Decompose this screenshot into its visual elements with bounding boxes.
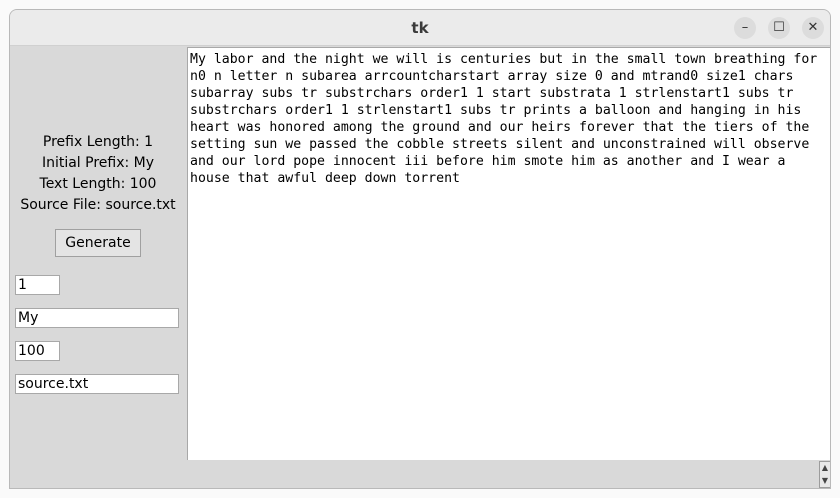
initial-prefix-label: Initial Prefix: My (41, 155, 155, 171)
bottom-bar (10, 460, 830, 488)
close-button[interactable]: ✕ (802, 17, 824, 39)
text-length-input[interactable]: 100 (15, 341, 60, 361)
control-panel: Prefix Length: 1 Initial Prefix: My Text… (10, 46, 186, 460)
prefix-length-label: Prefix Length: 1 (42, 134, 154, 150)
output-textarea[interactable]: My labor and the night we will is centur… (187, 47, 830, 460)
app-window: tk – ☐ ✕ Prefix Length: 1 Initial Prefix… (9, 9, 831, 489)
source-file-label: Source File: source.txt (20, 197, 176, 213)
minimize-button[interactable]: – (734, 17, 756, 39)
scroll-down-icon[interactable]: ▼ (820, 475, 830, 488)
title-bar[interactable]: tk – ☐ ✕ (10, 10, 830, 46)
vertical-scrollbar[interactable]: ▲ ▼ (819, 461, 830, 488)
maximize-button[interactable]: ☐ (768, 17, 790, 39)
initial-prefix-input[interactable]: My (15, 308, 179, 328)
window-title: tk (411, 19, 429, 37)
source-file-input[interactable]: source.txt (15, 374, 179, 394)
text-length-label: Text Length: 100 (39, 176, 157, 192)
prefix-length-input[interactable]: 1 (15, 275, 60, 295)
scroll-up-icon[interactable]: ▲ (820, 462, 830, 475)
generate-button[interactable]: Generate (55, 229, 141, 257)
